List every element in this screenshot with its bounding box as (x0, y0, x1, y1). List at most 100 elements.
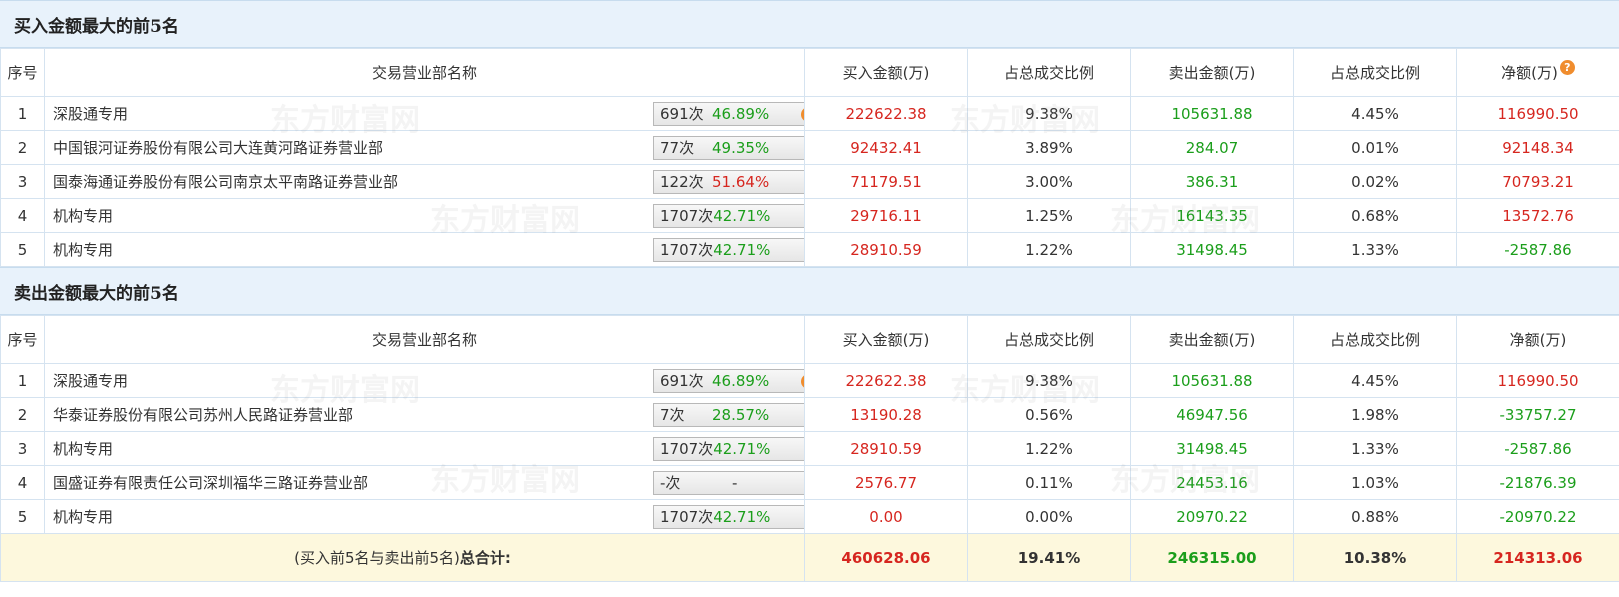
sell-ratio: 1.98% (1293, 397, 1457, 432)
win-rate: 42.71% (713, 207, 771, 225)
broker-name[interactable]: 华泰证券股份有限公司苏州人民路证券营业部 (53, 404, 353, 425)
broker-stats-badge[interactable]: -次 - (653, 471, 804, 495)
buy-ratio: 0.11% (967, 465, 1131, 500)
broker-cell: 中国银河证券股份有限公司大连黄河路证券营业部 77次 49.35% (44, 130, 805, 165)
total-label-bold: 总合计: (459, 549, 511, 567)
trade-count: 122次 (660, 173, 704, 191)
trade-count: 1707次 (660, 508, 714, 526)
win-rate: 42.71% (713, 241, 771, 259)
broker-stats-badge[interactable]: 7次 28.57% (653, 403, 804, 427)
total-row: (买入前5名与卖出前5名)总合计: 460628.06 19.41% 24631… (0, 533, 1619, 582)
col-broker-header: 交易营业部名称 (44, 48, 805, 97)
help-icon[interactable]: ? (801, 107, 804, 122)
broker-name[interactable]: 深股通专用 (53, 370, 128, 391)
broker-cell: 机构专用 1707次42.71% (44, 198, 805, 233)
buy-ratio: 3.89% (967, 130, 1131, 165)
buy-amount: 0.00 (804, 499, 968, 534)
sell-ratio: 4.45% (1293, 96, 1457, 131)
help-icon[interactable]: ? (801, 374, 804, 389)
win-rate: 42.71% (713, 440, 771, 458)
sell-amount: 24453.16 (1130, 465, 1294, 500)
col-buy-pct-header: 占总成交比例 (967, 48, 1131, 97)
trade-count: 1707次 (660, 207, 714, 225)
sell-amount: 31498.45 (1130, 431, 1294, 466)
broker-cell: 深股通专用 691次 46.89%? (44, 96, 805, 131)
broker-name[interactable]: 国盛证券有限责任公司深圳福华三路证券营业部 (53, 472, 368, 493)
buy-amount: 222622.38 (804, 96, 968, 131)
col-sell-pct-header: 占总成交比例 (1293, 315, 1457, 364)
sell-ratio: 0.01% (1293, 130, 1457, 165)
sell-amount: 105631.88 (1130, 96, 1294, 131)
buy-ratio: 1.25% (967, 198, 1131, 233)
win-rate: 51.64% (712, 173, 770, 191)
table-row: 3 国泰海通证券股份有限公司南京太平南路证券营业部 122次 51.64% 71179.… (0, 164, 1619, 199)
broker-name[interactable]: 国泰海通证券股份有限公司南京太平南路证券营业部 (53, 171, 398, 192)
sell-ratio: 1.33% (1293, 431, 1457, 466)
table-row: 4 国盛证券有限责任公司深圳福华三路证券营业部 -次 - 2576.77 0.11% 244… (0, 465, 1619, 500)
table-row: 4 机构专用 1707次42.71% 29716.11 1.25% 16143.35 0.6… (0, 198, 1619, 233)
buy-table-header: 序号 交易营业部名称 买入金额(万) 占总成交比例 卖出金额(万) 占总成交比例… (0, 48, 1619, 97)
col-sell-pct-header: 占总成交比例 (1293, 48, 1457, 97)
broker-cell: 华泰证券股份有限公司苏州人民路证券营业部 7次 28.57% (44, 397, 805, 432)
sell-amount: 31498.45 (1130, 232, 1294, 267)
broker-stats-badge[interactable]: 122次 51.64% (653, 170, 804, 194)
col-net-header: 净额(万)? (1456, 48, 1619, 97)
net-amount: -2587.86 (1456, 232, 1619, 267)
net-amount: 116990.50 (1456, 363, 1619, 398)
col-buy-header: 买入金额(万) (804, 48, 968, 97)
broker-stats-badge[interactable]: 1707次42.71% (653, 437, 804, 461)
buy-amount: 28910.59 (804, 232, 968, 267)
broker-cell: 机构专用 1707次42.71% (44, 499, 805, 534)
win-rate: 42.71% (713, 508, 771, 526)
broker-name[interactable]: 机构专用 (53, 506, 113, 527)
row-index: 3 (0, 164, 45, 199)
row-index: 5 (0, 499, 45, 534)
col-index-header: 序号 (0, 48, 45, 97)
total-label-prefix: (买入前5名与卖出前5名) (294, 549, 460, 567)
broker-name[interactable]: 中国银河证券股份有限公司大连黄河路证券营业部 (53, 137, 383, 158)
broker-name[interactable]: 机构专用 (53, 239, 113, 260)
total-net: 214313.06 (1456, 533, 1619, 582)
sell-ratio: 1.03% (1293, 465, 1457, 500)
broker-cell: 国泰海通证券股份有限公司南京太平南路证券营业部 122次 51.64% (44, 164, 805, 199)
buy-section-title: 买入金额最大的前5名 (0, 0, 1619, 48)
sell-table-header: 序号 交易营业部名称 买入金额(万) 占总成交比例 卖出金额(万) 占总成交比例… (0, 315, 1619, 364)
win-rate: 28.57% (712, 406, 770, 424)
broker-stats-badge[interactable]: 1707次42.71% (653, 505, 804, 529)
buy-amount: 71179.51 (804, 164, 968, 199)
win-rate: 46.89% (712, 372, 770, 390)
net-amount: -20970.22 (1456, 499, 1619, 534)
total-buy: 460628.06 (804, 533, 968, 582)
col-net-header: 净额(万) (1456, 315, 1619, 364)
table-row: 2 中国银河证券股份有限公司大连黄河路证券营业部 77次 49.35% 92432.41… (0, 130, 1619, 165)
buy-amount: 13190.28 (804, 397, 968, 432)
row-index: 4 (0, 198, 45, 233)
table-row: 2 华泰证券股份有限公司苏州人民路证券营业部 7次 28.57% 13190.28 0.5… (0, 397, 1619, 432)
broker-name[interactable]: 机构专用 (53, 205, 113, 226)
net-amount: -2587.86 (1456, 431, 1619, 466)
table-row: 5 机构专用 1707次42.71% 0.00 0.00% 20970.22 0.88% -2… (0, 499, 1619, 534)
help-icon[interactable]: ? (1559, 60, 1575, 75)
buy-amount: 2576.77 (804, 465, 968, 500)
col-buy-header: 买入金额(万) (804, 315, 968, 364)
sell-amount: 284.07 (1130, 130, 1294, 165)
total-label: (买入前5名与卖出前5名)总合计: (0, 533, 805, 582)
broker-stats-badge[interactable]: 691次 46.89%? (653, 102, 804, 126)
broker-stats-badge[interactable]: 77次 49.35% (653, 136, 804, 160)
broker-cell: 机构专用 1707次42.71% (44, 232, 805, 267)
broker-name[interactable]: 机构专用 (53, 438, 113, 459)
sell-section-title: 卖出金额最大的前5名 (0, 267, 1619, 315)
broker-stats-badge[interactable]: 1707次42.71% (653, 238, 804, 262)
buy-ratio: 0.00% (967, 499, 1131, 534)
row-index: 1 (0, 363, 45, 398)
broker-stats-badge[interactable]: 691次 46.89%? (653, 369, 804, 393)
row-index: 3 (0, 431, 45, 466)
broker-cell: 机构专用 1707次42.71% (44, 431, 805, 466)
sell-amount: 20970.22 (1130, 499, 1294, 534)
buy-ratio: 3.00% (967, 164, 1131, 199)
buy-ratio: 1.22% (967, 431, 1131, 466)
col-broker-header: 交易营业部名称 (44, 315, 805, 364)
broker-stats-badge[interactable]: 1707次42.71% (653, 204, 804, 228)
broker-name[interactable]: 深股通专用 (53, 103, 128, 124)
trade-count: -次 (660, 474, 681, 492)
